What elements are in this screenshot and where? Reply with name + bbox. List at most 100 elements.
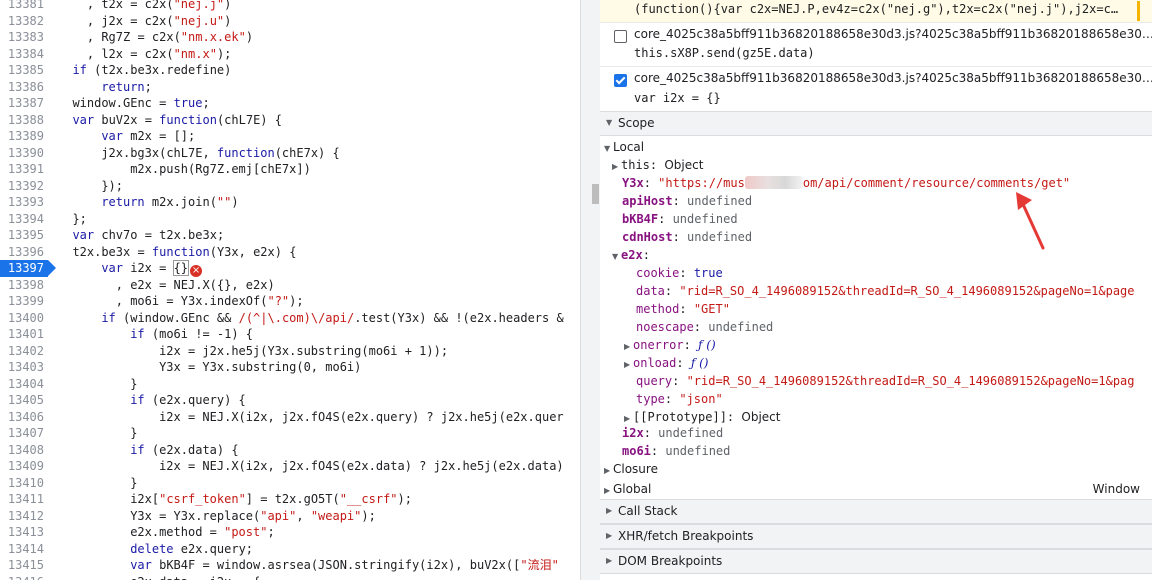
frame-checkbox-1[interactable]	[614, 30, 627, 43]
line-number[interactable]: 13405	[0, 392, 44, 409]
scope-i2x[interactable]: i2x: undefined	[622, 424, 723, 442]
scope-closure[interactable]: ▶ Closure	[604, 460, 658, 478]
code-line-active[interactable]: 13397 var i2x = {} ×	[0, 260, 580, 277]
code-line[interactable]: 13404}	[0, 376, 580, 393]
code-line[interactable]: 13398 , e2x = NEJ.X({}, e2x)	[0, 277, 580, 294]
line-number[interactable]: 13410	[0, 475, 44, 492]
line-number[interactable]: 13402	[0, 343, 44, 360]
code-line[interactable]: 13412 Y3x = Y3x.replace("api", "weapi");	[0, 508, 580, 525]
code-line[interactable]: 13384 , l2x = c2x("nm.x");	[0, 46, 580, 63]
frame-checkbox-2[interactable]	[614, 74, 627, 87]
source-editor[interactable]: 13381 , t2x = c2x("nej.j") 13382 , j2x = c2…	[0, 0, 580, 580]
code-line[interactable]: 13381 , t2x = c2x("nej.j")	[0, 0, 580, 13]
line-number[interactable]: 13382	[0, 13, 44, 30]
line-number[interactable]: 13415	[0, 557, 44, 574]
code-line[interactable]: 13383 , Rg7Z = c2x("nm.x.ek")	[0, 29, 580, 46]
code-line[interactable]: 13400 if (window.GEnc && /(^|\.com)\/api/…	[0, 310, 580, 327]
code-line[interactable]: 13413 e2x.method = "post";	[0, 524, 580, 541]
line-number[interactable]: 13387	[0, 95, 44, 112]
line-number[interactable]: 13394	[0, 211, 44, 228]
code-line[interactable]: 13390 j2x.bg3x(chL7E, function(chE7x) {	[0, 145, 580, 162]
code-line[interactable]: 13396 t2x.be3x = function(Y3x, e2x) {	[0, 244, 580, 261]
code-line[interactable]: 13391 m2x.push(Rg7Z.emj[chE7x])	[0, 161, 580, 178]
scope-bkb4f[interactable]: bKB4F: undefined	[622, 210, 738, 228]
code-line[interactable]: 13393 return m2x.join("")	[0, 194, 580, 211]
line-number[interactable]: 13412	[0, 508, 44, 525]
call-frame-item[interactable]: core_4025c38a5bff911b36820188658e30d3.js…	[600, 22, 1152, 67]
line-number[interactable]: 13390	[0, 145, 44, 162]
scope-y3x[interactable]: Y3x: "https://mus om/api/comment/resource…	[622, 174, 1070, 192]
call-frame-current[interactable]: (function(){var c2x=NEJ.P,ev4z=c2x("nej.…	[600, 0, 1152, 23]
scope-section-header[interactable]: ▼ Scope	[600, 111, 1152, 136]
line-number[interactable]: 13413	[0, 524, 44, 541]
scope-e2x[interactable]: ▼ e2x:	[612, 246, 650, 264]
code-line[interactable]: 13416 e2x.data = i2x = {	[0, 574, 580, 580]
xhr-breakpoints-section-header[interactable]: ▶ XHR/fetch Breakpoints	[600, 524, 1152, 549]
line-number[interactable]: 13388	[0, 112, 44, 129]
scope-e2x-type[interactable]: type: "json"	[636, 390, 723, 408]
line-number[interactable]: 13414	[0, 541, 44, 558]
code-line[interactable]: 13409 i2x = NEJ.X(i2x, j2x.fO4S(e2x.data)…	[0, 458, 580, 475]
code-line[interactable]: 13386 return;	[0, 79, 580, 96]
line-number[interactable]: 13391	[0, 161, 44, 178]
line-number[interactable]: 13389	[0, 128, 44, 145]
scope-e2x-data[interactable]: data: "rid=R_SO_4_1496089152&threadId=R_…	[636, 282, 1135, 300]
scope-e2x-noescape[interactable]: noescape: undefined	[636, 318, 773, 336]
code-line[interactable]: 13387 window.GEnc = true;	[0, 95, 580, 112]
scope-e2x-cookie[interactable]: cookie: true	[636, 264, 723, 282]
code-line[interactable]: 13382 , j2x = c2x("nej.u")	[0, 13, 580, 30]
line-number[interactable]: 13386	[0, 79, 44, 96]
line-number[interactable]: 13399	[0, 293, 44, 310]
scope-e2x-method[interactable]: method: "GET"	[636, 300, 730, 318]
code-line[interactable]: 13389 var m2x = [];	[0, 128, 580, 145]
line-number[interactable]: 13395	[0, 227, 44, 244]
code-line[interactable]: 13411 i2x["csrf_token"] = t2x.gO5T("__csr…	[0, 491, 580, 508]
code-line[interactable]: 13395 var chv7o = t2x.be3x;	[0, 227, 580, 244]
code-line[interactable]: 13410}	[0, 475, 580, 492]
line-number[interactable]: 13404	[0, 376, 44, 393]
code-line[interactable]: 13388 var buV2x = function(chL7E) {	[0, 112, 580, 129]
code-line[interactable]: 13402 i2x = j2x.he5j(Y3x.substring(mo6i +…	[0, 343, 580, 360]
line-number[interactable]: 13408	[0, 442, 44, 459]
code-line[interactable]: 13408 if (e2x.data) {	[0, 442, 580, 459]
scrollbar-thumb[interactable]	[592, 184, 599, 204]
code-line[interactable]: 13401 if (mo6i != -1) {	[0, 326, 580, 343]
line-number[interactable]: 13383	[0, 29, 44, 46]
error-icon[interactable]: ×	[190, 265, 203, 277]
call-frame-item[interactable]: core_4025c38a5bff911b36820188658e30d3.js…	[600, 66, 1152, 113]
code-line[interactable]: 13405 if (e2x.query) {	[0, 392, 580, 409]
line-number[interactable]: 13403	[0, 359, 44, 376]
line-number[interactable]: 13409	[0, 458, 44, 475]
code-line[interactable]: 13415 var bKB4F = window.asrsea(JSON.stri…	[0, 557, 580, 574]
code-line[interactable]: 13406 i2x = NEJ.X(i2x, j2x.fO4S(e2x.query…	[0, 409, 580, 426]
code-line[interactable]: 13385 if (t2x.be3x.redefine)	[0, 62, 580, 79]
line-number[interactable]: 13381	[0, 0, 44, 13]
code-line[interactable]: 13394};	[0, 211, 580, 228]
line-number[interactable]: 13398	[0, 277, 44, 294]
scope-e2x-onerror[interactable]: ▶ onerror: ƒ ()	[624, 336, 716, 354]
line-number[interactable]: 13406	[0, 409, 44, 426]
line-number[interactable]: 13385	[0, 62, 44, 79]
scope-cdnhost[interactable]: cdnHost: undefined	[622, 228, 752, 246]
code-line[interactable]: 13403 Y3x = Y3x.substring(0, mo6i)	[0, 359, 580, 376]
call-stack-section-header[interactable]: ▶ Call Stack	[600, 499, 1152, 524]
line-number[interactable]: 13396	[0, 244, 44, 261]
line-number[interactable]: 13407	[0, 425, 44, 442]
line-number[interactable]: 13393	[0, 194, 44, 211]
code-line[interactable]: 13392});	[0, 178, 580, 195]
line-number[interactable]: 13400	[0, 310, 44, 327]
code-line[interactable]: 13399 , mo6i = Y3x.indexOf("?");	[0, 293, 580, 310]
line-number[interactable]: 13392	[0, 178, 44, 195]
scope-e2x-onload[interactable]: ▶ onload: ƒ ()	[624, 354, 708, 372]
scope-mo6i[interactable]: mo6i: undefined	[622, 442, 730, 460]
line-number[interactable]: 13397	[0, 260, 56, 277]
line-number[interactable]: 13401	[0, 326, 44, 343]
line-number[interactable]: 13384	[0, 46, 44, 63]
scope-e2x-query[interactable]: query: "rid=R_SO_4_1496089152&threadId=R…	[636, 372, 1135, 390]
scope-this[interactable]: ▶ this: Object	[612, 156, 703, 174]
scope-local[interactable]: ▼ Local	[604, 138, 644, 156]
code-line[interactable]: 13407}	[0, 425, 580, 442]
code-line[interactable]: 13414 delete e2x.query;	[0, 541, 580, 558]
scope-apihost[interactable]: apiHost: undefined	[622, 192, 752, 210]
line-number[interactable]: 13411	[0, 491, 44, 508]
